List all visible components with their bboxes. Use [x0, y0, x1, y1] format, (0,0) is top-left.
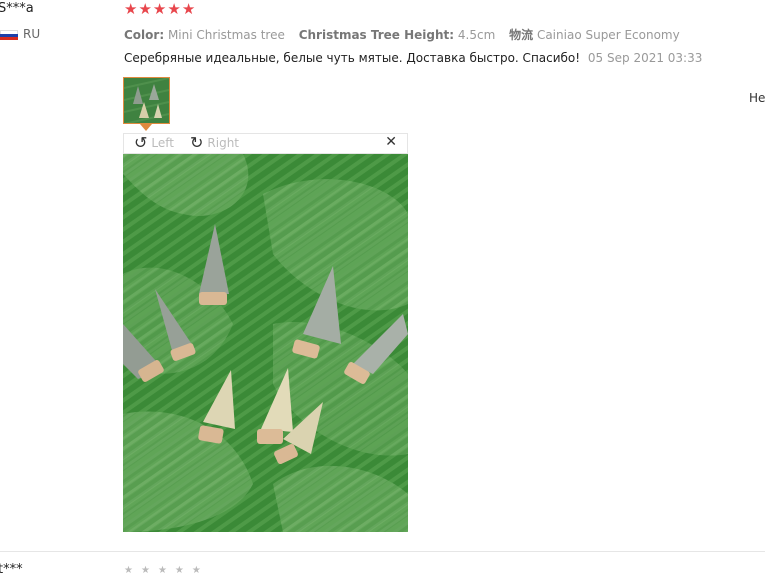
reviewer-name: S***a [0, 1, 34, 16]
product-attributes: Color: Mini Christmas tree Christmas Tre… [124, 26, 690, 43]
attribute-height: Christmas Tree Height: 4.5cm [299, 28, 499, 42]
truncated-text: He [749, 91, 765, 105]
flag-stripe-red [0, 37, 18, 40]
attribute-shipping: 物流 Cainiao Super Economy [509, 28, 680, 42]
rotate-right-label: Right [207, 136, 240, 150]
attribute-color: Color: Mini Christmas tree [124, 28, 289, 42]
next-reviewer-name: t*** [0, 562, 23, 577]
rotate-left-icon: ↺ [134, 133, 148, 152]
thumbnail-image [124, 78, 169, 123]
attribute-key: Christmas Tree Height: [298, 28, 455, 42]
christmas-trees-photo [123, 154, 408, 532]
star-icon: ★ [138, 0, 152, 18]
close-icon[interactable]: ✕ [385, 134, 397, 150]
star-icon: ★ [181, 0, 196, 18]
attribute-key: 物流 [509, 28, 534, 42]
rotate-right-button[interactable]: ↻ Right [190, 135, 239, 151]
review-divider [0, 551, 765, 552]
attribute-value: 4.5cm [457, 28, 496, 42]
country-flag-icon [0, 30, 18, 40]
star-icon: ★ [124, 0, 138, 18]
rotate-right-icon: ↻ [190, 133, 204, 152]
attribute-key: Color: [124, 28, 165, 42]
attribute-value: Cainiao Super Economy [536, 28, 680, 42]
review-photo-thumbnail[interactable] [123, 77, 170, 124]
rotate-left-label: Left [151, 136, 174, 150]
thumbnail-pointer [140, 124, 152, 131]
rotate-left-button[interactable]: ↺ Left [134, 135, 174, 151]
star-icon: ★ [167, 0, 181, 18]
review-body: Серебряные идеальные, белые чуть мятые. … [124, 51, 702, 65]
reviewer-country: RU [23, 27, 41, 41]
attribute-value: Mini Christmas tree [167, 28, 285, 42]
review-date: 05 Sep 2021 03:33 [587, 51, 703, 65]
star-rating: ★ ★ ★ ★ ★ [124, 1, 195, 18]
star-icon: ★ [152, 0, 167, 18]
image-viewer-toolbar: ↺ Left ↻ Right ✕ [123, 133, 408, 154]
review-text: Серебряные идеальные, белые чуть мятые. … [124, 51, 581, 65]
review-photo-large [123, 154, 408, 532]
